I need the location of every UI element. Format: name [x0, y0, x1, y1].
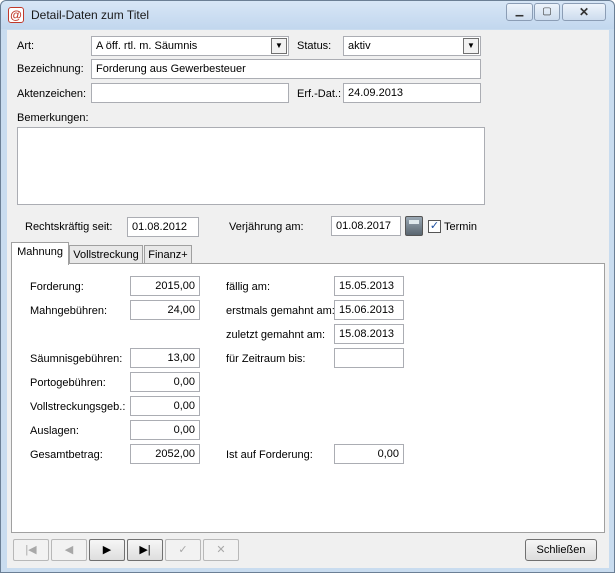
check-icon: ✓ [429, 220, 440, 232]
minimize-button[interactable]: ▁ [506, 3, 533, 21]
detail-window: @ Detail-Daten zum Titel ▁ ▢ ✕ Art: A öf… [0, 0, 615, 573]
erstmals-gemahnt-label: erstmals gemahnt am: [226, 305, 335, 317]
termin-label: Termin [444, 221, 478, 233]
forderung-input[interactable]: 2015,00 [130, 276, 200, 296]
nav-first-button[interactable]: |◀ [13, 539, 49, 561]
close-icon: ✕ [578, 5, 590, 19]
portogebuehren-label: Portogebühren: [30, 377, 106, 389]
zeitraum-bis-label: für Zeitraum bis: [226, 353, 306, 365]
forderung-label: Forderung: [30, 281, 84, 293]
tab-vollstreckung[interactable]: Vollstreckung [69, 245, 143, 265]
chevron-down-icon[interactable]: ▼ [463, 38, 479, 54]
client-area: Art: A öff. rtl. m. Säumnis ▼ Status: ak… [7, 30, 609, 568]
termin-checkbox[interactable]: ✓ [428, 220, 441, 233]
art-label: Art: [17, 40, 35, 52]
verjaehrung-label: Verjährung am: [229, 221, 304, 233]
nav-next-button[interactable]: ▶ [89, 539, 125, 561]
nav-last-button[interactable]: ▶| [127, 539, 163, 561]
rechtskraeftig-label: Rechtskräftig seit: [25, 221, 113, 233]
maximize-icon: ▢ [542, 6, 552, 17]
gesamtbetrag-label: Gesamtbetrag: [30, 449, 103, 461]
zuletzt-gemahnt-label: zuletzt gemahnt am: [226, 329, 326, 341]
saeumnisgebuehren-input[interactable]: 13,00 [130, 348, 200, 368]
mahnung-panel: Forderung: 2015,00 Mahngebühren: 24,00 S… [11, 263, 605, 533]
art-value: A öff. rtl. m. Säumnis [96, 40, 198, 52]
faellig-input[interactable]: 15.05.2013 [334, 276, 404, 296]
ist-auf-forderung-input[interactable]: 0,00 [334, 444, 404, 464]
bemerkungen-textarea[interactable] [17, 127, 485, 205]
mahngebuehren-input[interactable]: 24,00 [130, 300, 200, 320]
nav-prev-button[interactable]: ◀ [51, 539, 87, 561]
schliessen-button[interactable]: Schließen [525, 539, 597, 561]
maximize-button[interactable]: ▢ [534, 3, 560, 21]
tab-finanz[interactable]: Finanz+ [144, 245, 192, 265]
window-title: Detail-Daten zum Titel [31, 8, 150, 22]
chevron-down-icon[interactable]: ▼ [271, 38, 287, 54]
bezeichnung-label: Bezeichnung: [17, 63, 84, 75]
tab-mahnung[interactable]: Mahnung [11, 242, 69, 265]
status-value: aktiv [348, 40, 371, 52]
auslagen-label: Auslagen: [30, 425, 79, 437]
erf-dat-label: Erf.-Dat.: [297, 88, 342, 100]
nav-cancel-button[interactable]: ✕ [203, 539, 239, 561]
status-select[interactable]: aktiv ▼ [343, 36, 481, 56]
gesamtbetrag-input[interactable]: 2052,00 [130, 444, 200, 464]
bemerkungen-label: Bemerkungen: [17, 112, 89, 124]
zuletzt-gemahnt-input[interactable]: 15.08.2013 [334, 324, 404, 344]
mahngebuehren-label: Mahngebühren: [30, 305, 108, 317]
title-bar: @ Detail-Daten zum Titel ▁ ▢ ✕ [1, 1, 614, 29]
minimize-icon: ▁ [515, 6, 524, 17]
auslagen-input[interactable]: 0,00 [130, 420, 200, 440]
erstmals-gemahnt-input[interactable]: 15.06.2013 [334, 300, 404, 320]
faellig-label: fällig am: [226, 281, 271, 293]
ist-auf-forderung-label: Ist auf Forderung: [226, 449, 313, 461]
aktenzeichen-input[interactable] [91, 83, 289, 103]
vollstreckungsgeb-label: Vollstreckungsgeb.: [30, 401, 126, 413]
zeitraum-bis-input[interactable] [334, 348, 404, 368]
vollstreckungsgeb-input[interactable]: 0,00 [130, 396, 200, 416]
saeumnisgebuehren-label: Säumnisgebühren: [30, 353, 123, 365]
calculator-icon[interactable] [405, 216, 423, 236]
aktenzeichen-label: Aktenzeichen: [17, 88, 87, 100]
rechtskraeftig-input[interactable]: 01.08.2012 [127, 217, 199, 237]
bezeichnung-input[interactable]: Forderung aus Gewerbesteuer [91, 59, 481, 79]
portogebuehren-input[interactable]: 0,00 [130, 372, 200, 392]
nav-edit-button[interactable]: ✓ [165, 539, 201, 561]
app-logo-icon: @ [8, 7, 24, 23]
verjaehrung-input[interactable]: 01.08.2017 [331, 216, 401, 236]
close-window-button[interactable]: ✕ [562, 3, 606, 21]
art-select[interactable]: A öff. rtl. m. Säumnis ▼ [91, 36, 289, 56]
erf-dat-input[interactable]: 24.09.2013 [343, 83, 481, 103]
status-label: Status: [297, 40, 332, 52]
